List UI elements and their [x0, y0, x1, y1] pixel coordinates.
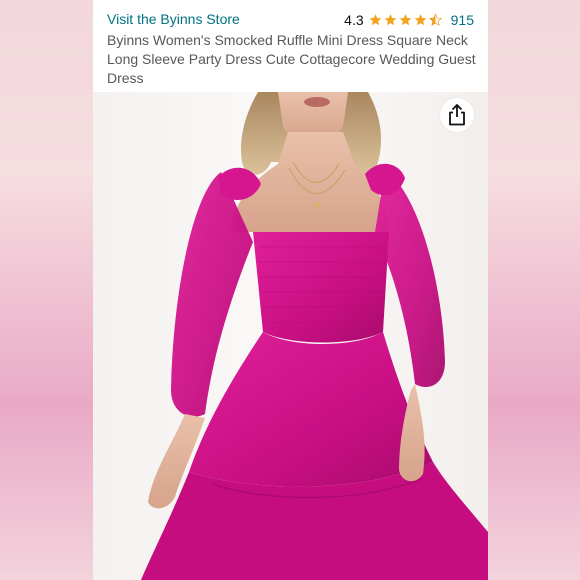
- product-title: Byinns Women's Smocked Ruffle Mini Dress…: [107, 32, 476, 86]
- background-right: [488, 0, 580, 580]
- product-header: Visit the Byinns Store 4.3 915 Byinns Wo…: [93, 0, 488, 92]
- dress-photo: [141, 92, 488, 580]
- product-card: Visit the Byinns Store 4.3 915 Byinns Wo…: [93, 0, 488, 580]
- star-icon: [383, 13, 398, 27]
- background-left: [0, 0, 93, 580]
- half-star-icon: [428, 12, 443, 27]
- star-icon: [413, 13, 428, 27]
- rating-summary[interactable]: 4.3 915: [344, 11, 474, 28]
- star-icon: [368, 13, 383, 27]
- share-button[interactable]: [440, 98, 474, 132]
- share-icon: [449, 104, 465, 126]
- star-icon: [398, 13, 413, 27]
- rating-count[interactable]: 915: [451, 12, 474, 28]
- rating-value: 4.3: [344, 11, 364, 28]
- store-link[interactable]: Visit the Byinns Store: [107, 11, 240, 28]
- product-image[interactable]: [93, 92, 488, 580]
- star-rating: [368, 12, 443, 27]
